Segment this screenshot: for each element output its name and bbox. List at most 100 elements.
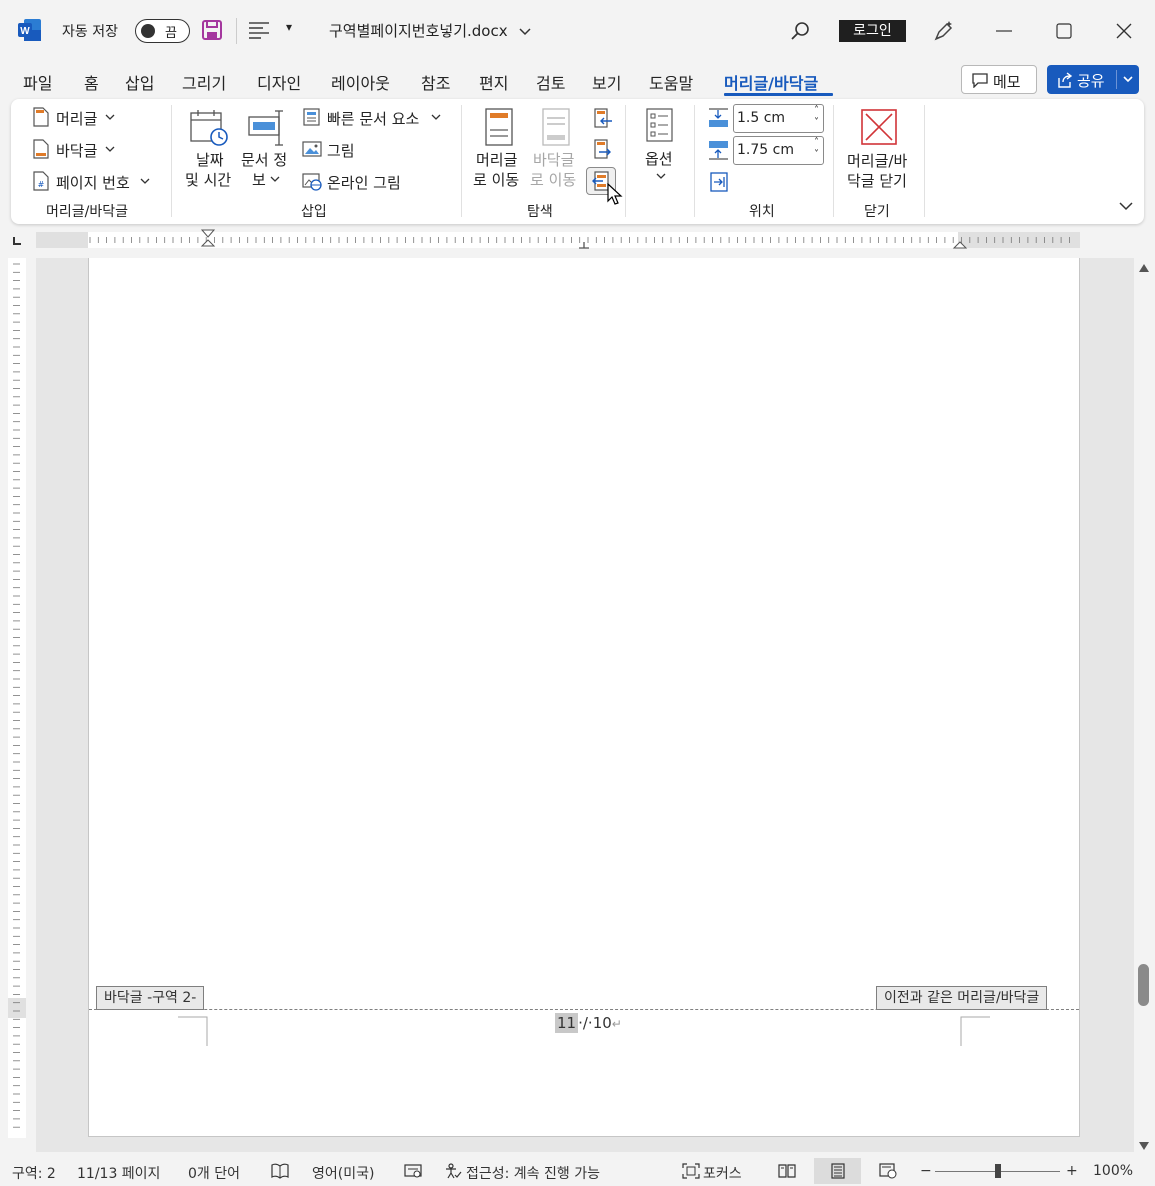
spin-up-icon[interactable]: ˄ [814, 137, 819, 148]
header-top-spinner[interactable]: 1.5 cm ˄ ˅ [733, 104, 824, 133]
chevron-down-icon[interactable] [105, 145, 115, 153]
focus-icon[interactable] [682, 1163, 700, 1179]
tab-help[interactable]: 도움말 [649, 70, 693, 94]
chevron-down-icon[interactable] [431, 113, 441, 121]
search-icon[interactable] [789, 20, 811, 42]
chevron-down-icon[interactable] [140, 177, 150, 185]
page[interactable]: 바닥글 -구역 2- 이전과 같은 머리글/바닥글 11 ·/·10↵ [88, 258, 1080, 1137]
print-layout-icon[interactable] [829, 1163, 847, 1179]
vertical-ruler[interactable] [0, 258, 34, 1138]
word-count[interactable]: 0개 단어 [188, 1163, 240, 1183]
scroll-up-icon[interactable] [1138, 262, 1150, 274]
next-section-icon[interactable] [593, 139, 613, 161]
accessibility-status[interactable]: 접근성: 계속 진행 가능 [466, 1163, 600, 1183]
tab-view[interactable]: 보기 [592, 70, 621, 94]
tab-layout[interactable]: 레이아웃 [331, 70, 390, 94]
page-number-icon: # [33, 171, 49, 191]
quick-parts-button[interactable]: 빠른 문서 요소 [327, 108, 419, 129]
document-title[interactable]: 구역별페이지번호넣기.docx [329, 20, 508, 41]
accessibility-icon[interactable] [444, 1163, 462, 1179]
header-button[interactable]: 머리글 [56, 108, 97, 129]
spin-down-icon[interactable]: ˅ [814, 149, 819, 160]
spin-down-icon[interactable]: ˅ [814, 117, 819, 128]
text-predictions-icon[interactable] [404, 1163, 422, 1179]
zoom-in-button[interactable]: + [1066, 1163, 1078, 1179]
close-icon[interactable] [1114, 21, 1134, 41]
vertical-scrollbar[interactable] [1134, 258, 1155, 1156]
scroll-thumb[interactable] [1138, 964, 1149, 1006]
tab-file[interactable]: 파일 [23, 70, 52, 94]
tab-selector-icon[interactable] [12, 236, 22, 246]
crop-mark-right [960, 1016, 990, 1046]
online-picture-icon [302, 173, 322, 191]
close-hf-line1[interactable]: 머리글/바 [847, 150, 907, 171]
tab-home[interactable]: 홈 [84, 70, 99, 94]
read-mode-icon[interactable] [778, 1163, 796, 1179]
chevron-down-icon[interactable] [1122, 70, 1134, 89]
goto-header-line1[interactable]: 머리글 [476, 149, 517, 170]
page-indicator[interactable]: 11/13 페이지 [77, 1163, 160, 1183]
footer-page-number[interactable]: 11 ·/·10↵ [555, 1013, 622, 1033]
quick-access-more-icon[interactable]: ▾ [286, 20, 292, 34]
save-icon[interactable] [201, 19, 223, 41]
datetime-line1[interactable]: 날짜 [196, 149, 224, 170]
comments-button[interactable]: 메모 [961, 65, 1037, 94]
chevron-down-icon[interactable] [270, 175, 280, 183]
page-field-total[interactable]: 10 [593, 1014, 612, 1032]
ribbon-expand-icon[interactable] [1118, 200, 1134, 212]
focus-button[interactable]: 포커스 [703, 1163, 742, 1183]
header-icon [33, 107, 49, 127]
chevron-down-icon[interactable] [656, 172, 666, 180]
previous-section-icon[interactable] [593, 108, 613, 130]
footer-bottom-value: 1.75 cm [737, 142, 794, 158]
section-indicator[interactable]: 구역: 2 [12, 1163, 56, 1183]
docinfo-line1[interactable]: 문서 정 [241, 149, 287, 170]
insert-alignment-tab-icon[interactable] [710, 172, 728, 192]
group-label-position: 위치 [749, 204, 775, 220]
tab-design[interactable]: 디자인 [257, 70, 301, 94]
online-picture-button[interactable]: 온라인 그림 [327, 172, 401, 193]
zoom-level[interactable]: 100% [1093, 1163, 1133, 1179]
spin-up-icon[interactable]: ˄ [814, 105, 819, 116]
group-divider [924, 105, 925, 217]
docinfo-line2[interactable]: 보 [252, 169, 266, 190]
chevron-down-icon[interactable] [105, 113, 115, 121]
tab-draw[interactable]: 그리기 [182, 70, 226, 94]
share-label: 공유 [1077, 72, 1105, 90]
group-divider [461, 105, 462, 217]
goto-header-line2[interactable]: 로 이동 [473, 169, 519, 190]
footer-boundary-line [89, 1009, 1079, 1010]
web-layout-icon[interactable] [879, 1163, 897, 1179]
document-area[interactable]: 바닥글 -구역 2- 이전과 같은 머리글/바닥글 11 ·/·10↵ [36, 258, 1134, 1152]
align-left-icon[interactable] [248, 21, 270, 39]
login-button[interactable]: 로그인 [839, 20, 906, 42]
same-as-previous-tag: 이전과 같은 머리글/바닥글 [876, 986, 1048, 1010]
tab-mailings[interactable]: 편지 [479, 70, 508, 94]
group-label-header-footer: 머리글/바닥글 [46, 204, 128, 220]
minimize-icon[interactable] [994, 22, 1014, 40]
tab-header-footer[interactable]: 머리글/바닥글 [724, 70, 818, 94]
chevron-down-icon[interactable] [518, 25, 532, 39]
quick-parts-icon [303, 108, 320, 126]
horizontal-ruler[interactable] [36, 228, 1080, 250]
autosave-toggle[interactable]: 끔 [135, 19, 190, 43]
tab-references[interactable]: 참조 [421, 70, 450, 94]
zoom-out-button[interactable]: − [920, 1163, 932, 1179]
zoom-slider-thumb[interactable] [995, 1164, 1001, 1178]
page-field-current[interactable]: 11 [555, 1013, 579, 1033]
tab-review[interactable]: 검토 [536, 70, 565, 94]
designer-pen-icon[interactable] [932, 19, 956, 43]
share-button[interactable]: 공유 [1047, 65, 1139, 94]
scroll-down-icon[interactable] [1138, 1140, 1150, 1152]
maximize-icon[interactable] [1055, 22, 1073, 40]
close-hf-line2[interactable]: 닥글 닫기 [847, 170, 907, 191]
language-indicator[interactable]: 영어(미국) [312, 1163, 374, 1183]
picture-button[interactable]: 그림 [327, 140, 355, 161]
page-number-button[interactable]: 페이지 번호 [56, 172, 130, 193]
footer-button[interactable]: 바닥글 [56, 140, 97, 161]
footer-bottom-spinner[interactable]: 1.75 cm ˄ ˅ [733, 136, 824, 165]
datetime-line2[interactable]: 및 시간 [185, 169, 231, 190]
tab-insert[interactable]: 삽입 [125, 70, 154, 94]
options-button[interactable]: 옵션 [645, 148, 673, 169]
proofing-book-icon[interactable] [271, 1163, 289, 1179]
